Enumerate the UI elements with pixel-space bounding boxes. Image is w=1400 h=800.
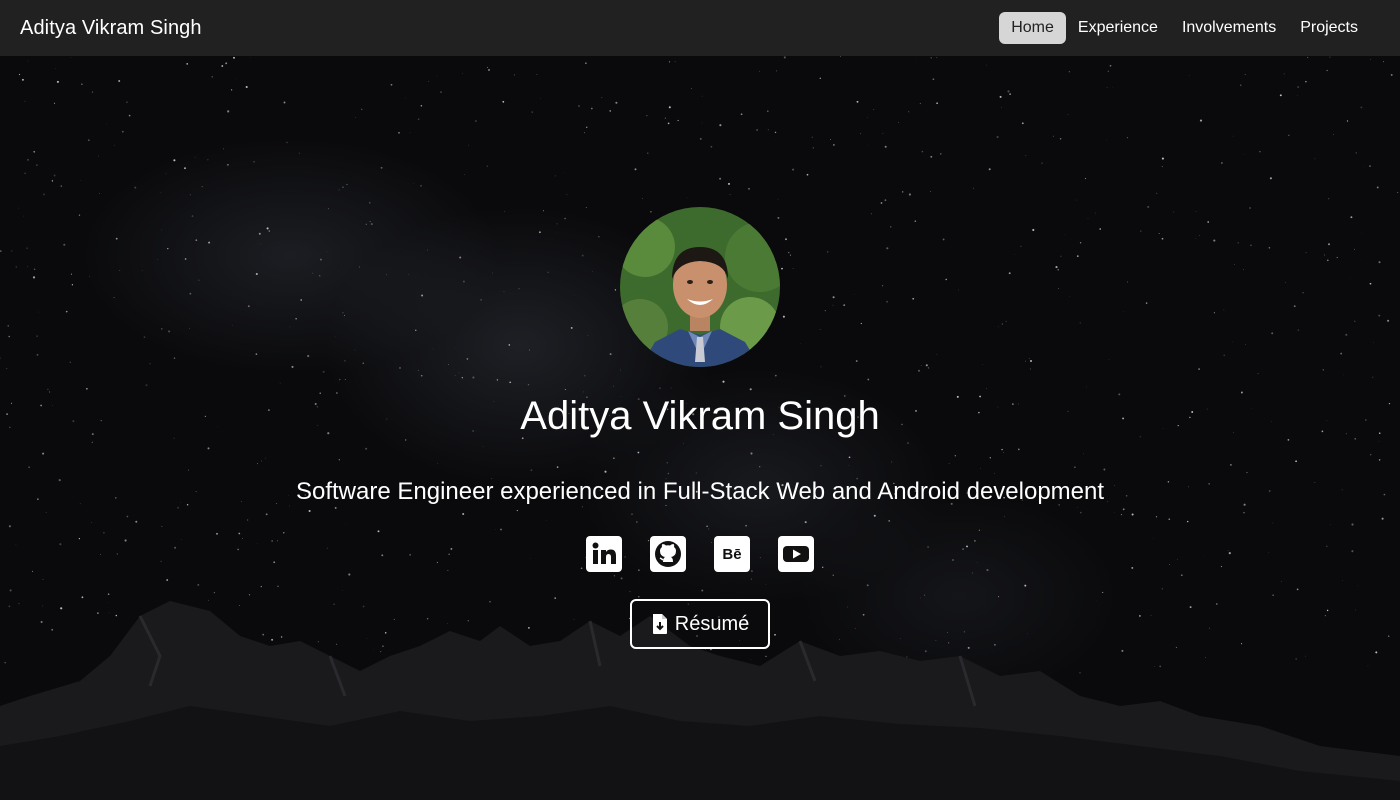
behance-icon[interactable]: Bē bbox=[714, 536, 750, 572]
profile-photo bbox=[620, 207, 780, 367]
resume-label: Résumé bbox=[674, 612, 750, 635]
nav-link-experience[interactable]: Experience bbox=[1066, 12, 1170, 44]
social-links: Bē bbox=[0, 536, 1400, 572]
file-download-icon bbox=[652, 614, 667, 634]
nav-link-involvements[interactable]: Involvements bbox=[1170, 12, 1288, 44]
nav-link-home[interactable]: Home bbox=[999, 12, 1066, 44]
hero-section: Aditya Vikram Singh Software Engineer ex… bbox=[0, 56, 1400, 800]
hero-tagline: Software Engineer experienced in Full-St… bbox=[295, 478, 1105, 505]
github-icon[interactable] bbox=[650, 536, 686, 572]
nav-link-projects[interactable]: Projects bbox=[1288, 12, 1370, 44]
youtube-icon[interactable] bbox=[778, 536, 814, 572]
navbar: Aditya Vikram Singh Home Experience Invo… bbox=[0, 0, 1400, 56]
linkedin-icon[interactable] bbox=[586, 536, 622, 572]
hero-name: Aditya Vikram Singh bbox=[520, 394, 880, 438]
avatar bbox=[620, 207, 780, 367]
nav-links: Home Experience Involvements Projects bbox=[999, 12, 1370, 44]
svg-text:Bē: Bē bbox=[722, 546, 741, 563]
resume-button[interactable]: Résumé bbox=[630, 599, 770, 649]
brand-link[interactable]: Aditya Vikram Singh bbox=[20, 17, 202, 40]
